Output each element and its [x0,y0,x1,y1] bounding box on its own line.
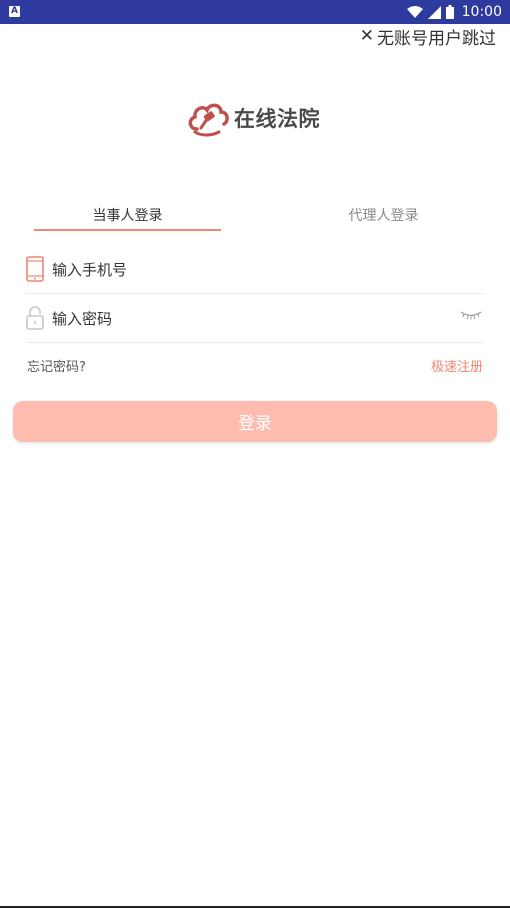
active-tab-indicator [34,229,221,231]
status-bar: A 10:00 [0,0,510,24]
login-button[interactable]: 登录 [13,401,497,442]
app-name: 在线法院 [234,107,320,131]
skip-label: 无账号用户跳过 [377,28,496,49]
tab-party-login[interactable]: 当事人登录 [34,200,221,230]
clock: 10:00 [461,4,502,20]
phone-icon [26,256,44,282]
app-logo: 在线法院 [187,99,320,137]
close-icon: ✕ [359,26,374,46]
battery-icon [445,5,454,19]
lock-icon [26,306,44,330]
cloud-gavel-icon [188,103,229,137]
eye-closed-icon[interactable] [460,310,482,320]
phone-field[interactable]: 输入手机号 [26,245,484,294]
status-icons: 10:00 [406,0,502,24]
notification-icon: A [9,6,20,17]
signal-icon [427,5,441,19]
tab-agent-login[interactable]: 代理人登录 [290,200,477,230]
skip-button[interactable]: ✕ 无账号用户跳过 [359,24,496,49]
phone-input[interactable]: 输入手机号 [52,259,127,280]
quick-register-link[interactable]: 极速注册 [431,356,483,375]
password-input[interactable]: 输入密码 [52,308,112,329]
password-field[interactable]: 输入密码 [26,294,484,343]
wifi-icon [406,6,423,18]
forgot-password-link[interactable]: 忘记密码? [27,356,86,375]
